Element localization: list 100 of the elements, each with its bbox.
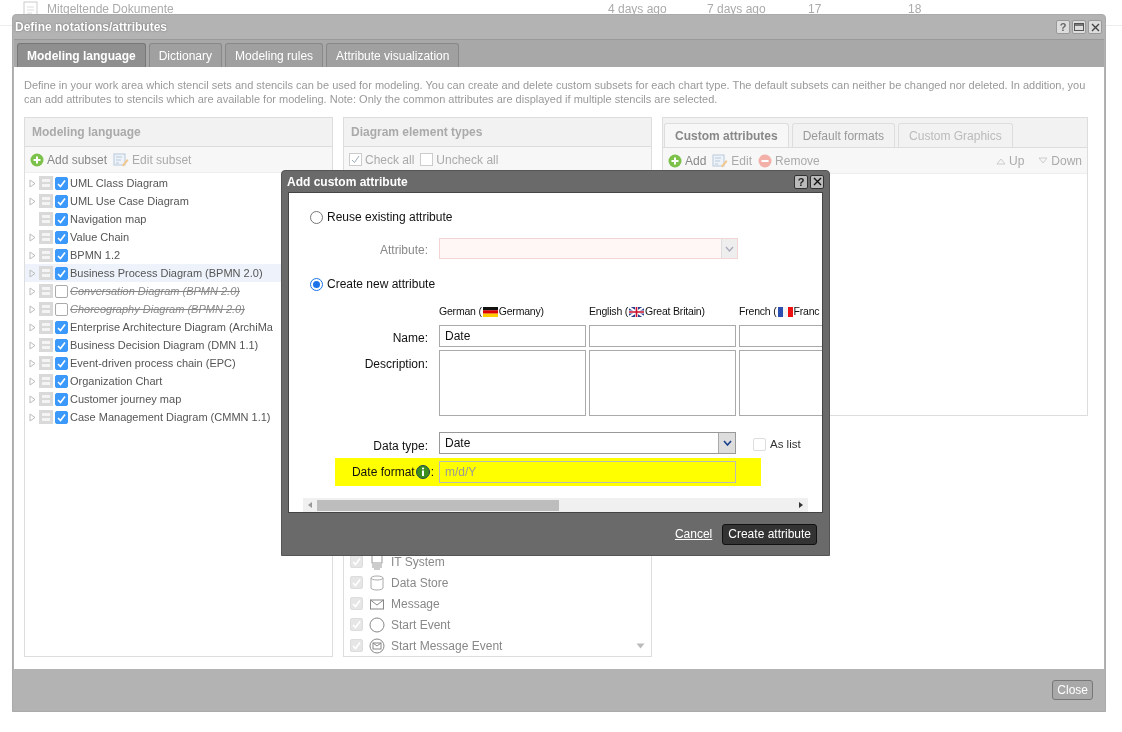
cancel-link[interactable]: Cancel [674, 525, 713, 543]
chevron-down-icon [725, 245, 734, 252]
input-field[interactable]: m/d/Y [439, 461, 736, 483]
diagram-icon [39, 266, 53, 280]
checkbox[interactable] [55, 194, 68, 208]
diagram-icon [39, 230, 53, 244]
tree-item[interactable]: Organization Chart [25, 372, 332, 390]
check-all-button[interactable]: Check all [349, 150, 415, 169]
checkbox-icon [420, 153, 434, 166]
checkbox[interactable] [55, 266, 68, 280]
column-header: English ( Great Britain) [589, 304, 705, 319]
close-button[interactable]: Close [1052, 680, 1093, 700]
diagram-icon [39, 374, 53, 388]
tab[interactable]: Attribute visualization [326, 43, 460, 67]
toolbar-button[interactable]: Add subset [30, 150, 108, 169]
tree-item[interactable]: Enterprise Architecture Diagram (ArchiMa [25, 318, 332, 336]
computer-icon [369, 553, 385, 570]
text-area[interactable] [589, 350, 736, 416]
uncheck-all-button[interactable]: Uncheck all [420, 150, 499, 169]
list-item: Data Store [344, 572, 631, 593]
checkbox[interactable] [55, 410, 68, 424]
diagram-icon [39, 410, 53, 424]
flag-icon [629, 306, 645, 317]
up-icon [995, 156, 1006, 165]
tab[interactable]: Modeling language [17, 43, 146, 67]
tree-item[interactable]: Event-driven process chain (EPC) [25, 354, 332, 372]
scrollbar[interactable] [303, 498, 808, 512]
field-label: Name: [392, 330, 428, 347]
diagram-icon [39, 356, 53, 370]
scroll-left-icon [306, 501, 314, 509]
checkbox[interactable] [55, 338, 68, 352]
envelope-circle-icon [369, 637, 385, 654]
tree-item[interactable]: BPMN 1.2 [25, 246, 332, 264]
tab[interactable]: Default formats [791, 123, 896, 147]
scroll-down-icon [636, 643, 645, 649]
close-button[interactable] [810, 174, 824, 189]
checkbox[interactable] [55, 284, 68, 298]
table-cell: 17 [808, 1, 822, 17]
down-icon [1038, 156, 1049, 165]
diagram-icon [39, 176, 53, 190]
description-text: Define in your work area which stencil sets and stencils can be used for modeling. You can create and delete custom subsets for each chart type. The default subsets can neither be changed nor deleted. In addition, you can add attributes to stencils which are available for modeling. Note: Only the common attributes are displayed if multiple stencils are selected. [24, 78, 1087, 106]
text-area[interactable] [439, 350, 586, 416]
panel-title: Modeling language [25, 118, 332, 147]
checkbox-label: As list [770, 437, 801, 452]
circle-icon [369, 616, 385, 633]
list-item: Start Message Event [344, 635, 631, 656]
input-field[interactable] [589, 325, 736, 347]
diagram-icon [39, 194, 53, 208]
create-button[interactable]: Create attribute [722, 523, 817, 545]
radio-button[interactable] [310, 277, 323, 291]
input-field[interactable]: Date [439, 325, 586, 347]
field-label: Description: [364, 356, 428, 373]
field-label: Date format [351, 464, 415, 481]
tree-item[interactable]: UML Use Case Diagram [25, 192, 332, 210]
dialog-title: Add custom attribute [287, 173, 408, 191]
field-label: : [430, 464, 434, 481]
checkbox[interactable] [55, 356, 68, 370]
table-cell: 18 [908, 1, 922, 17]
info-icon [415, 465, 430, 479]
close-button[interactable] [1088, 20, 1102, 34]
tree-item[interactable]: Case Management Diagram (CMMN 1.1) [25, 408, 332, 426]
checkbox[interactable] [55, 212, 68, 226]
checkbox[interactable] [55, 320, 68, 334]
checkbox[interactable] [55, 176, 68, 190]
checkbox-icon [349, 153, 362, 166]
checkbox[interactable] [55, 248, 68, 262]
tree-item[interactable]: Value Chain [25, 228, 332, 246]
radio-button[interactable] [310, 210, 323, 224]
scroll-right-icon [797, 501, 805, 509]
diagram-icon [39, 248, 53, 262]
diagram-icon [39, 338, 53, 352]
table-cell: Mitgeltende Dokumente [47, 1, 174, 17]
window-title: Define notations/attributes [15, 19, 167, 36]
checkbox[interactable] [55, 230, 68, 244]
tree-item[interactable]: Customer journey map [25, 390, 332, 408]
tab[interactable]: Modeling rules [225, 43, 324, 67]
tree-item[interactable]: Choreography Diagram (BPMN 2.0) [25, 300, 332, 318]
remove-icon [758, 153, 773, 168]
tab[interactable]: Custom attributes [664, 123, 789, 147]
toolbar-button[interactable]: Add [668, 151, 707, 170]
tab[interactable]: Dictionary [148, 43, 223, 67]
maximize-button[interactable] [1072, 20, 1086, 34]
field-label: Attribute: [379, 242, 428, 259]
chevron-down-icon [722, 440, 732, 446]
help-button[interactable]: ? [1056, 20, 1070, 34]
dropdown[interactable]: Date [439, 432, 736, 454]
radio-label: Reuse existing attribute [327, 209, 453, 226]
checkbox[interactable] [55, 392, 68, 406]
column-header: French ( Franc [739, 304, 820, 319]
checkbox[interactable] [55, 302, 68, 316]
database-icon [369, 574, 385, 591]
help-button[interactable]: ? [794, 174, 808, 189]
tree-item[interactable]: Business Decision Diagram (DMN 1.1) [25, 336, 332, 354]
edit-icon [712, 153, 729, 168]
checkbox[interactable] [55, 374, 68, 388]
flag-icon [482, 306, 498, 317]
column-header: German ( Germany) [439, 304, 544, 319]
edit-icon [113, 152, 130, 167]
panel-title: Diagram element types [344, 118, 651, 147]
list-item: Start Event [344, 614, 631, 635]
